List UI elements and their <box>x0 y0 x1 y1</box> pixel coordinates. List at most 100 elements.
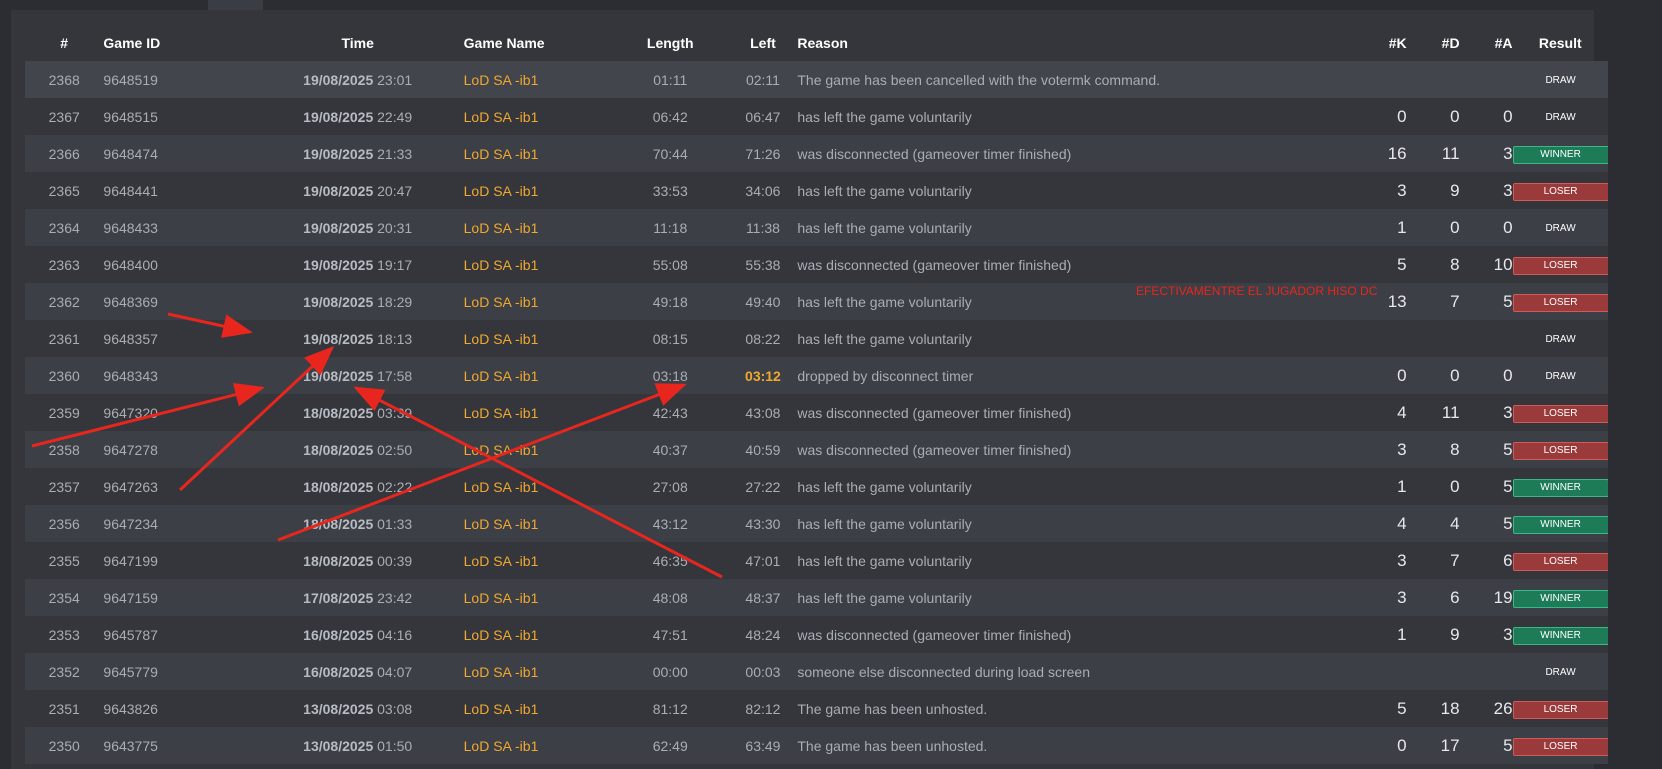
cell-num: 2360 <box>25 357 104 394</box>
table-row[interactable]: 2356 9647234 18/08/2025 01:33 LoD SA -ib1 43… <box>25 505 1608 542</box>
cell-result: DRAW <box>1512 320 1608 357</box>
cell-game-id[interactable]: 9648369 <box>103 283 252 320</box>
cell-game-name[interactable]: LoD SA -ib1 <box>463 172 612 209</box>
table-row[interactable]: 2368 9648519 19/08/2025 23:01 LoD SA -ib1 01… <box>25 61 1608 98</box>
cell-game-name[interactable]: LoD SA -ib1 <box>463 690 612 727</box>
cell-kills: 1 <box>1332 468 1407 505</box>
table-row[interactable]: 2352 9645779 16/08/2025 04:07 LoD SA -ib1 00… <box>25 653 1608 690</box>
cell-game-name[interactable]: LoD SA -ib1 <box>463 579 612 616</box>
cell-game-name[interactable]: LoD SA -ib1 <box>463 357 612 394</box>
column-header-game-id[interactable]: Game ID <box>103 24 251 61</box>
cell-deaths: 8 <box>1406 431 1460 468</box>
cell-game-id[interactable]: 9648433 <box>103 209 252 246</box>
cell-length: 40:37 <box>611 431 729 468</box>
cell-kills: 3 <box>1332 579 1407 616</box>
table-row[interactable]: 2365 9648441 19/08/2025 20:47 LoD SA -ib1 33… <box>25 172 1608 209</box>
cell-game-name[interactable]: LoD SA -ib1 <box>463 653 612 690</box>
cell-date: 18/08/2025 <box>303 441 374 458</box>
cell-length: 55:08 <box>611 246 729 283</box>
cell-game-name[interactable]: LoD SA -ib1 <box>463 431 612 468</box>
column-header-left[interactable]: Left <box>729 24 798 61</box>
table-row[interactable]: 2366 9648474 19/08/2025 21:33 LoD SA -ib1 70… <box>25 135 1608 172</box>
table-row[interactable]: 2351 9643826 13/08/2025 03:08 LoD SA -ib1 81… <box>25 690 1608 727</box>
table-row[interactable]: 2355 9647199 18/08/2025 00:39 LoD SA -ib1 46… <box>25 542 1608 579</box>
cell-num: 2367 <box>25 98 104 135</box>
cell-game-name[interactable]: LoD SA -ib1 <box>463 135 612 172</box>
table-row[interactable]: 2360 9648343 19/08/2025 17:58 LoD SA -ib1 03… <box>25 357 1608 394</box>
cell-game-id[interactable]: 9647159 <box>103 579 252 616</box>
cell-game-id[interactable]: 9647234 <box>103 505 252 542</box>
table-row[interactable]: 2354 9647159 17/08/2025 23:42 LoD SA -ib1 48… <box>25 579 1608 616</box>
cell-num: 2362 <box>25 283 104 320</box>
table-row[interactable]: 2363 9648400 19/08/2025 19:17 LoD SA -ib1 55… <box>25 246 1608 283</box>
table-row[interactable]: 2350 9643775 13/08/2025 01:50 LoD SA -ib1 62… <box>25 727 1608 764</box>
cell-length: 42:43 <box>611 394 729 431</box>
cell-game-name[interactable]: LoD SA -ib1 <box>463 283 612 320</box>
result-badge: LOSER <box>1512 182 1608 201</box>
cell-game-id[interactable]: 9648519 <box>103 61 252 98</box>
cell-game-id[interactable]: 9648400 <box>103 246 252 283</box>
cell-clock: 22:49 <box>377 108 413 125</box>
column-header-assists[interactable]: #A <box>1460 24 1513 61</box>
cell-date: 13/08/2025 <box>303 700 374 717</box>
column-header-num[interactable]: # <box>25 24 103 61</box>
result-badge: LOSER <box>1512 552 1608 571</box>
cell-date: 19/08/2025 <box>303 256 374 273</box>
cell-game-id[interactable]: 9647263 <box>103 468 252 505</box>
column-header-result[interactable]: Result <box>1513 24 1608 61</box>
table-row[interactable]: 2359 9647320 18/08/2025 03:39 LoD SA -ib1 42… <box>25 394 1608 431</box>
column-header-time[interactable]: Time <box>252 24 464 61</box>
cell-game-id[interactable]: 9648343 <box>103 357 252 394</box>
cell-game-name[interactable]: LoD SA -ib1 <box>463 505 612 542</box>
cell-deaths: 0 <box>1406 98 1460 135</box>
cell-assists: 0 <box>1459 98 1513 135</box>
cell-game-id[interactable]: 9643775 <box>103 727 252 764</box>
cell-game-id[interactable]: 9645779 <box>103 653 252 690</box>
cell-result: DRAW <box>1512 653 1608 690</box>
cell-game-name[interactable]: LoD SA -ib1 <box>463 98 612 135</box>
cell-game-id[interactable]: 9648441 <box>103 172 252 209</box>
table-row[interactable]: 2353 9645787 16/08/2025 04:16 LoD SA -ib1 47… <box>25 616 1608 653</box>
cell-game-name[interactable]: LoD SA -ib1 <box>463 320 612 357</box>
cell-time: 19/08/2025 20:47 <box>251 172 464 209</box>
cell-clock: 00:39 <box>377 552 413 569</box>
table-row[interactable]: 2367 9648515 19/08/2025 22:49 LoD SA -ib1 06… <box>25 98 1608 135</box>
cell-kills: 0 <box>1332 357 1407 394</box>
column-header-kills[interactable]: #K <box>1332 24 1407 61</box>
cell-game-name[interactable]: LoD SA -ib1 <box>463 61 612 98</box>
table-row[interactable]: 2357 9647263 18/08/2025 02:22 LoD SA -ib1 27… <box>25 468 1608 505</box>
cell-game-id[interactable]: 9647320 <box>103 394 252 431</box>
cell-deaths: 11 <box>1406 135 1460 172</box>
table-row[interactable]: 2358 9647278 18/08/2025 02:50 LoD SA -ib1 40… <box>25 431 1608 468</box>
column-header-deaths[interactable]: #D <box>1407 24 1460 61</box>
column-header-length[interactable]: Length <box>612 24 729 61</box>
cell-game-name[interactable]: LoD SA -ib1 <box>463 468 612 505</box>
cell-game-name[interactable]: LoD SA -ib1 <box>463 246 612 283</box>
cell-reason: has left the game voluntarily <box>797 172 1333 209</box>
table-row[interactable]: 2364 9648433 19/08/2025 20:31 LoD SA -ib1 11… <box>25 209 1608 246</box>
cell-game-id[interactable]: 9645787 <box>103 616 252 653</box>
cell-game-name[interactable]: LoD SA -ib1 <box>463 542 612 579</box>
cell-result: LOSER <box>1512 431 1608 468</box>
cell-clock: 02:22 <box>377 478 413 495</box>
cell-assists: 3 <box>1459 135 1513 172</box>
result-badge: DRAW <box>1545 666 1576 678</box>
result-badge: LOSER <box>1512 404 1608 423</box>
table-row[interactable]: 2361 9648357 19/08/2025 18:13 LoD SA -ib1 08… <box>25 320 1608 357</box>
cell-game-name[interactable]: LoD SA -ib1 <box>463 209 612 246</box>
cell-game-id[interactable]: 9648515 <box>103 98 252 135</box>
cell-game-id[interactable]: 9648357 <box>103 320 252 357</box>
cell-game-name[interactable]: LoD SA -ib1 <box>463 394 612 431</box>
cell-left: 06:47 <box>728 98 798 135</box>
cell-length: 49:18 <box>611 283 729 320</box>
cell-game-id[interactable]: 9648474 <box>103 135 252 172</box>
column-header-game-name[interactable]: Game Name <box>464 24 612 61</box>
cell-reason: The game has been unhosted. <box>797 727 1333 764</box>
cell-game-name[interactable]: LoD SA -ib1 <box>463 727 612 764</box>
cell-game-name[interactable]: LoD SA -ib1 <box>463 616 612 653</box>
column-header-reason[interactable]: Reason <box>797 24 1332 61</box>
cell-game-id[interactable]: 9647199 <box>103 542 252 579</box>
cell-game-id[interactable]: 9647278 <box>103 431 252 468</box>
cell-deaths: 4 <box>1406 505 1460 542</box>
cell-game-id[interactable]: 9643826 <box>103 690 252 727</box>
